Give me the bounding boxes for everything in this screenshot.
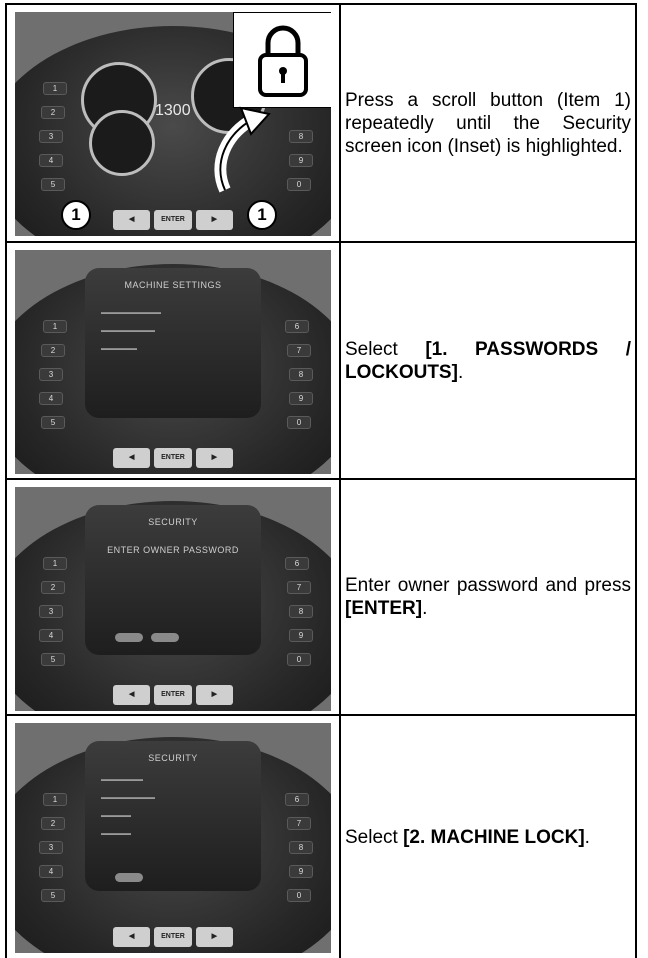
side-key-0: 0 <box>287 178 311 191</box>
side-key-6: 6 <box>285 793 309 806</box>
side-key-3: 3 <box>39 605 63 618</box>
step-3-instruction: Enter owner password and press [ENTER]. <box>345 575 631 619</box>
side-key-9: 9 <box>289 154 313 167</box>
side-key-3: 3 <box>39 368 63 381</box>
step-2-text-cell: Select [1. PASSWORDS / LOCKOUTS]. <box>341 243 635 478</box>
side-key-1: 1 <box>43 557 67 570</box>
side-key-2: 2 <box>41 106 65 119</box>
side-key-1: 1 <box>43 82 67 95</box>
side-key-8: 8 <box>289 368 313 381</box>
security-password-screen: SECURITY ENTER OWNER PASSWORD <box>85 505 261 655</box>
security-inset <box>233 12 331 108</box>
soft-key-1 <box>115 633 143 642</box>
scroll-right-button: ▶ <box>195 210 233 230</box>
menu-line-1: ▬▬▬▬▬▬▬▬▬▬ <box>101 310 161 316</box>
side-key-0: 0 <box>287 889 311 902</box>
rpm-readout: 1300 <box>155 102 191 119</box>
side-key-2: 2 <box>41 817 65 830</box>
display-photo-1: 1300 1 2 3 4 5 8 9 0 ◀ ENTER ▶ 1 1 <box>15 12 331 236</box>
side-key-5: 5 <box>41 653 65 666</box>
step-2-image-cell: MACHINE SETTINGS ▬▬▬▬▬▬▬▬▬▬ ▬▬▬▬▬▬▬▬▬ ▬▬… <box>7 243 341 478</box>
step-row-4: SECURITY ▬▬▬▬▬▬▬ ▬▬▬▬▬▬▬▬▬ ▬▬▬▬▬ ▬▬▬▬▬ 1… <box>5 716 637 958</box>
side-key-1: 1 <box>43 793 67 806</box>
side-key-5: 5 <box>41 889 65 902</box>
side-key-7: 7 <box>287 344 311 357</box>
menu-line-4: ▬▬▬▬▬ <box>101 831 131 837</box>
scroll-left-button: ◀ <box>113 448 151 468</box>
side-key-9: 9 <box>289 629 313 642</box>
step-row-1: 1300 1 2 3 4 5 8 9 0 ◀ ENTER ▶ 1 1 Press… <box>5 3 637 243</box>
step-3-image-cell: SECURITY ENTER OWNER PASSWORD 1 2 3 4 5 … <box>7 480 341 714</box>
item-callout-left: 1 <box>61 200 91 230</box>
step-4-image-cell: SECURITY ▬▬▬▬▬▬▬ ▬▬▬▬▬▬▬▬▬ ▬▬▬▬▬ ▬▬▬▬▬ 1… <box>7 716 341 958</box>
side-key-3: 3 <box>39 841 63 854</box>
soft-key-1 <box>115 873 143 882</box>
gauge-lower-icon <box>89 110 155 176</box>
side-key-7: 7 <box>287 581 311 594</box>
side-key-4: 4 <box>39 392 63 405</box>
side-key-4: 4 <box>39 629 63 642</box>
screen-title: SECURITY <box>148 517 198 527</box>
scroll-right-button: ▶ <box>195 685 233 705</box>
procedure-table: 1300 1 2 3 4 5 8 9 0 ◀ ENTER ▶ 1 1 Press… <box>5 3 637 958</box>
side-key-1: 1 <box>43 320 67 333</box>
menu-line-3: ▬▬▬▬▬▬ <box>101 346 137 352</box>
curved-arrow-icon <box>214 106 271 193</box>
machine-settings-screen: MACHINE SETTINGS ▬▬▬▬▬▬▬▬▬▬ ▬▬▬▬▬▬▬▬▬ ▬▬… <box>85 268 261 418</box>
side-key-3: 3 <box>39 130 63 143</box>
step-1-instruction: Press a scroll button (Item 1) repeatedl… <box>345 89 631 157</box>
scroll-left-button: ◀ <box>113 685 151 705</box>
screen-title: MACHINE SETTINGS <box>124 280 222 290</box>
side-key-0: 0 <box>287 416 311 429</box>
scroll-right-button: ▶ <box>195 448 233 468</box>
enter-button: ENTER <box>154 685 192 705</box>
side-key-0: 0 <box>287 653 311 666</box>
side-key-8: 8 <box>289 130 313 143</box>
soft-key-2 <box>151 633 179 642</box>
padlock-icon <box>258 25 308 97</box>
side-key-8: 8 <box>289 841 313 854</box>
step-4-text-cell: Select [2. MACHINE LOCK]. <box>341 716 635 958</box>
enter-button: ENTER <box>154 448 192 468</box>
side-key-9: 9 <box>289 865 313 878</box>
scroll-left-button: ◀ <box>113 210 151 230</box>
step-4-instruction: Select [2. MACHINE LOCK]. <box>345 826 590 848</box>
menu-line-2: ▬▬▬▬▬▬▬▬▬ <box>101 795 155 801</box>
step-row-2: MACHINE SETTINGS ▬▬▬▬▬▬▬▬▬▬ ▬▬▬▬▬▬▬▬▬ ▬▬… <box>5 243 637 480</box>
scroll-right-button: ▶ <box>195 927 233 947</box>
scroll-left-button: ◀ <box>113 927 151 947</box>
side-key-6: 6 <box>285 557 309 570</box>
menu-line-1: ▬▬▬▬▬▬▬ <box>101 777 143 783</box>
step-3-text-cell: Enter owner password and press [ENTER]. <box>341 480 635 714</box>
nav-buttons: ◀ ENTER ▶ <box>113 927 233 947</box>
screen-prompt: ENTER OWNER PASSWORD <box>107 545 239 555</box>
step-row-3: SECURITY ENTER OWNER PASSWORD 1 2 3 4 5 … <box>5 480 637 716</box>
side-key-2: 2 <box>41 581 65 594</box>
side-key-5: 5 <box>41 416 65 429</box>
side-key-8: 8 <box>289 605 313 618</box>
side-key-6: 6 <box>285 320 309 333</box>
security-menu-screen: SECURITY ▬▬▬▬▬▬▬ ▬▬▬▬▬▬▬▬▬ ▬▬▬▬▬ ▬▬▬▬▬ <box>85 741 261 891</box>
enter-button: ENTER <box>154 927 192 947</box>
step-1-image-cell: 1300 1 2 3 4 5 8 9 0 ◀ ENTER ▶ 1 1 <box>7 5 341 241</box>
menu-line-2: ▬▬▬▬▬▬▬▬▬ <box>101 328 155 334</box>
side-key-7: 7 <box>287 817 311 830</box>
nav-buttons: ◀ ENTER ▶ <box>113 448 233 468</box>
nav-buttons: ◀ ENTER ▶ <box>113 210 233 230</box>
item-callout-right: 1 <box>247 200 277 230</box>
side-key-4: 4 <box>39 865 63 878</box>
display-photo-3: SECURITY ENTER OWNER PASSWORD 1 2 3 4 5 … <box>15 487 331 711</box>
display-photo-4: SECURITY ▬▬▬▬▬▬▬ ▬▬▬▬▬▬▬▬▬ ▬▬▬▬▬ ▬▬▬▬▬ 1… <box>15 723 331 953</box>
nav-buttons: ◀ ENTER ▶ <box>113 685 233 705</box>
display-photo-2: MACHINE SETTINGS ▬▬▬▬▬▬▬▬▬▬ ▬▬▬▬▬▬▬▬▬ ▬▬… <box>15 250 331 474</box>
side-key-5: 5 <box>41 178 65 191</box>
enter-button: ENTER <box>154 210 192 230</box>
step-1-text-cell: Press a scroll button (Item 1) repeatedl… <box>341 5 635 241</box>
screen-title: SECURITY <box>148 753 198 763</box>
side-key-4: 4 <box>39 154 63 167</box>
side-key-2: 2 <box>41 344 65 357</box>
menu-line-3: ▬▬▬▬▬ <box>101 813 131 819</box>
side-key-9: 9 <box>289 392 313 405</box>
step-2-instruction: Select [1. PASSWORDS / LOCKOUTS]. <box>345 338 631 383</box>
